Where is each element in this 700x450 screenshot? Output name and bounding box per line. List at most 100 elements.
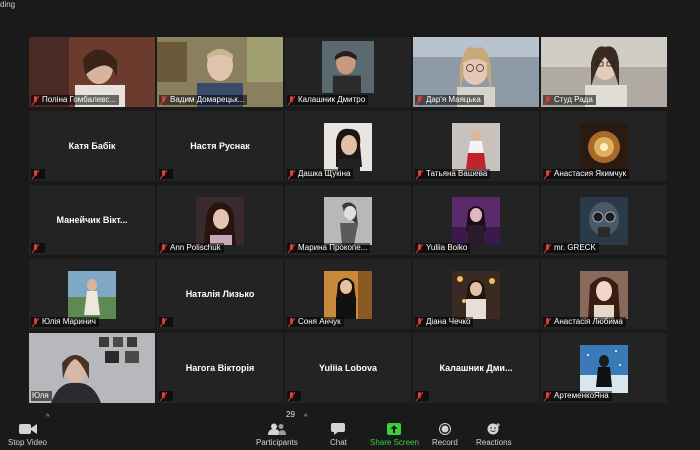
participant-tile[interactable]: АртеменкоЯна	[541, 333, 667, 403]
participant-tile[interactable]: Катя Бабік	[29, 111, 155, 181]
participant-name-center: Нагога Вікторія	[185, 363, 255, 373]
participant-tile[interactable]: Поліна Гомбалевс...	[29, 37, 155, 107]
emoji-smile-icon	[487, 423, 500, 435]
participant-tile[interactable]: Манейчик Вікт...	[29, 185, 155, 255]
mic-muted-icon	[32, 243, 39, 253]
mic-muted-icon	[544, 317, 551, 327]
mic-muted-icon	[288, 243, 295, 253]
participant-name-center: Наталія Лизько	[185, 289, 255, 299]
profile-photo	[324, 197, 372, 245]
mic-muted-icon	[160, 169, 167, 179]
mic-muted-icon	[416, 243, 423, 253]
video-camera-icon	[18, 424, 37, 434]
chat-bubble-icon	[331, 423, 346, 435]
participants-options-caret-icon[interactable]: ^	[304, 414, 307, 421]
record-button[interactable]: Record	[432, 423, 458, 447]
mic-muted-icon	[416, 95, 423, 105]
participants-button[interactable]: Participants	[256, 423, 298, 447]
participant-name-label: Юля	[31, 391, 52, 401]
share-screen-button[interactable]: Share Screen	[370, 423, 419, 447]
participant-tile[interactable]: Калашник Дми...	[413, 333, 539, 403]
mic-muted-icon	[32, 169, 39, 179]
participant-name-label: Соня Анчук	[287, 317, 344, 327]
mic-muted-icon	[288, 169, 295, 179]
participant-name-center: Yuliia Lobova	[318, 363, 377, 373]
mic-muted-icon	[416, 317, 423, 327]
participant-name-label: mr. GRECK	[543, 243, 599, 253]
reactions-button[interactable]: Reactions	[476, 423, 512, 447]
participant-name-label: Ann Polischuk	[159, 243, 224, 253]
video-options-caret-icon[interactable]: ^	[46, 414, 49, 421]
mic-muted-icon	[544, 169, 551, 179]
participant-tile[interactable]: Анастасія Любима	[541, 259, 667, 329]
participant-name-label	[159, 317, 173, 327]
participant-name-center: Манейчик Вікт...	[56, 215, 128, 225]
profile-photo	[196, 197, 244, 245]
participant-tile[interactable]: mr. GRECK	[541, 185, 667, 255]
participant-name-label: Поліна Гомбалевс...	[31, 95, 120, 105]
participant-tile[interactable]: Наталія Лизько	[157, 259, 283, 329]
profile-photo	[324, 271, 372, 319]
participants-count-badge: 29	[286, 410, 295, 419]
profile-photo	[580, 123, 628, 171]
active-speaker-tile[interactable]: Юля	[29, 333, 155, 403]
participant-tile[interactable]: Настя Руснак	[157, 111, 283, 181]
participant-tile[interactable]: Діана Чечко	[413, 259, 539, 329]
participant-tile[interactable]: Yuliia Boiko	[413, 185, 539, 255]
participant-tile[interactable]: Юлія Маринич	[29, 259, 155, 329]
participant-name-center: Катя Бабік	[68, 141, 116, 151]
participant-name-label	[415, 391, 429, 401]
participant-name-label	[287, 391, 301, 401]
participant-tile[interactable]: Дашка Щукіна	[285, 111, 411, 181]
mic-muted-icon	[416, 169, 423, 179]
participant-name-label: Вадим Домарецьк...	[159, 95, 248, 105]
participants-icon	[267, 423, 286, 435]
profile-photo	[324, 123, 372, 171]
profile-photo	[580, 197, 628, 245]
participant-name-label: АртеменкоЯна	[543, 391, 612, 401]
participant-tile[interactable]: Анастасия Якимчук	[541, 111, 667, 181]
participant-name-label: Марина Прокопе...	[287, 243, 371, 253]
mic-muted-icon	[288, 95, 295, 105]
profile-photo	[452, 123, 500, 171]
record-icon	[438, 423, 451, 435]
participant-name-label: Yuliia Boiko	[415, 243, 471, 253]
participant-tile[interactable]: Студ Рада	[541, 37, 667, 107]
participant-tile[interactable]: Соня Анчук	[285, 259, 411, 329]
profile-photo	[452, 271, 500, 319]
participant-name-label: Анастасия Якимчук	[543, 169, 630, 179]
participant-tile[interactable]: Калашник Дмитро	[285, 37, 411, 107]
participant-name-label	[159, 391, 173, 401]
profile-photo	[580, 271, 628, 319]
participant-tile[interactable]: Yuliia Lobova	[285, 333, 411, 403]
participant-name-center: Настя Руснак	[190, 141, 250, 151]
profile-photo	[322, 41, 374, 93]
participant-tile[interactable]: Марина Прокопе...	[285, 185, 411, 255]
participant-name-label: Студ Рада	[543, 95, 596, 105]
stop-video-button[interactable]: Stop Video	[8, 423, 47, 447]
mic-muted-icon	[416, 391, 423, 401]
profile-photo	[580, 345, 628, 393]
participant-tile[interactable]: Дар'я Маяцька	[413, 37, 539, 107]
participant-tile[interactable]: Татьяна Вашева	[413, 111, 539, 181]
participant-name-label: Калашник Дмитро	[287, 95, 369, 105]
participant-name-label: Діана Чечко	[415, 317, 474, 327]
profile-photo	[68, 271, 116, 319]
mic-muted-icon	[32, 317, 39, 327]
mic-muted-icon	[160, 95, 167, 105]
participant-name-label	[31, 169, 45, 179]
participant-tile[interactable]: Нагога Вікторія	[157, 333, 283, 403]
participant-name-label: Дар'я Маяцька	[415, 95, 484, 105]
chat-button[interactable]: Chat	[330, 423, 347, 447]
mic-muted-icon	[544, 95, 551, 105]
mic-muted-icon	[160, 243, 167, 253]
meeting-toolbar: Stop Video ^ Participants 29 ^ Chat Shar…	[0, 408, 700, 450]
participant-name-label: Татьяна Вашева	[415, 169, 491, 179]
participant-name-label: Анастасія Любима	[543, 317, 626, 327]
mic-muted-icon	[544, 243, 551, 253]
participant-name-label	[31, 243, 45, 253]
participant-tile[interactable]: Ann Polischuk	[157, 185, 283, 255]
mic-muted-icon	[288, 391, 295, 401]
participant-tile[interactable]: Вадим Домарецьк...	[157, 37, 283, 107]
mic-muted-icon	[288, 317, 295, 327]
